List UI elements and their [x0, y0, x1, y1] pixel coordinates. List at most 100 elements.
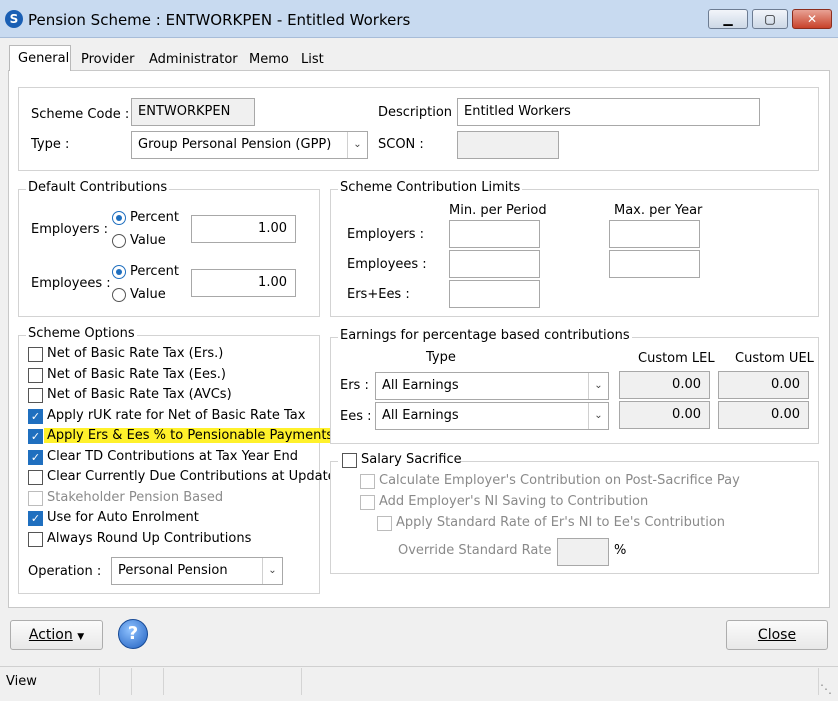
- ees-type-dropdown[interactable]: All Earnings ⌄: [375, 402, 609, 430]
- close-button[interactable]: Close: [726, 620, 828, 650]
- tab-general[interactable]: General: [9, 45, 71, 71]
- default-contributions-title: Default Contributions: [26, 180, 170, 195]
- close-window-button[interactable]: ✕: [792, 9, 832, 29]
- apply-standard-rate-checkbox[interactable]: [377, 516, 392, 531]
- description-label: Description :: [378, 105, 461, 120]
- window-title: Pension Scheme : ENTWORKPEN - Entitled W…: [28, 11, 411, 29]
- limits-erses-label: Ers+Ees :: [347, 287, 410, 302]
- employers-percent-radio[interactable]: [112, 211, 126, 225]
- close-label: Close: [757, 627, 797, 643]
- employers-label: Employers :: [31, 222, 109, 237]
- employees-max-field[interactable]: [609, 250, 700, 278]
- ees-type-value: All Earnings: [382, 408, 459, 423]
- default-contributions-group: [18, 189, 320, 317]
- percent-sign: %: [614, 543, 627, 558]
- add-ni-saving-label: Add Employer's NI Saving to Contribution: [379, 494, 649, 509]
- limits-employees-label: Employees :: [347, 257, 427, 272]
- chevron-down-icon: ⌄: [262, 558, 282, 584]
- operation-dropdown[interactable]: Personal Pension ⌄: [111, 557, 283, 585]
- calc-post-sacrifice-checkbox[interactable]: [360, 474, 375, 489]
- ees-uel-field[interactable]: 0.00: [718, 401, 809, 429]
- max-per-year-header: Max. per Year: [614, 203, 703, 218]
- employers-value-radio[interactable]: [112, 234, 126, 248]
- min-per-period-header: Min. per Period: [449, 203, 547, 218]
- status-divider: [160, 668, 164, 695]
- calc-post-sacrifice-label: Calculate Employer's Contribution on Pos…: [379, 473, 740, 488]
- tab-provider[interactable]: Provider: [73, 47, 139, 71]
- contribution-limits-title: Scheme Contribution Limits: [338, 180, 523, 195]
- resize-grip-icon[interactable]: ⋱: [820, 682, 832, 696]
- scon-field[interactable]: [457, 131, 559, 159]
- employees-value-radio[interactable]: [112, 288, 126, 302]
- app-logo-icon: S: [5, 10, 23, 28]
- employers-min-field[interactable]: [449, 220, 540, 248]
- action-label: Action: [28, 627, 73, 643]
- scheme-option-label: Net of Basic Rate Tax (AVCs): [47, 387, 232, 402]
- chevron-down-icon: ⌄: [588, 403, 608, 429]
- scheme-option-checkbox[interactable]: ✓: [28, 408, 43, 424]
- minimize-button[interactable]: ▁: [708, 9, 748, 29]
- ees-label: Ees :: [340, 409, 372, 424]
- help-icon[interactable]: ?: [118, 619, 148, 649]
- scheme-option-checkbox[interactable]: [28, 347, 43, 362]
- scheme-option-label: Use for Auto Enrolment: [47, 510, 199, 525]
- employers-max-field[interactable]: [609, 220, 700, 248]
- employers-value-label: Value: [130, 233, 166, 248]
- custom-uel-header: Custom UEL: [735, 351, 814, 366]
- action-button[interactable]: Action ▼: [10, 620, 103, 650]
- earnings-title: Earnings for percentage based contributi…: [338, 328, 632, 343]
- employers-percent-label: Percent: [130, 210, 179, 225]
- employees-amount-field[interactable]: 1.00: [191, 269, 296, 297]
- scheme-option-label: Stakeholder Pension Based: [47, 489, 224, 505]
- operation-value: Personal Pension: [118, 563, 228, 578]
- scheme-code-field[interactable]: ENTWORKPEN: [131, 98, 255, 126]
- status-divider: [128, 668, 132, 695]
- chevron-down-icon: ⌄: [588, 373, 608, 399]
- employees-percent-radio[interactable]: [112, 265, 126, 279]
- scheme-option-checkbox[interactable]: ✓: [28, 429, 43, 444]
- ers-type-dropdown[interactable]: All Earnings ⌄: [375, 372, 609, 400]
- earnings-type-header: Type: [426, 350, 456, 365]
- employees-min-field[interactable]: [449, 250, 540, 278]
- scheme-option-checkbox[interactable]: ✓: [28, 449, 43, 465]
- scheme-option-checkbox[interactable]: [28, 470, 43, 485]
- override-rate-field[interactable]: [557, 538, 609, 566]
- type-dropdown[interactable]: Group Personal Pension (GPP) ⌄: [131, 131, 368, 159]
- status-divider: [96, 668, 100, 695]
- scheme-option-label: Always Round Up Contributions: [47, 530, 252, 546]
- custom-lel-header: Custom LEL: [638, 351, 715, 366]
- scheme-option-label: Net of Basic Rate Tax (Ers.): [47, 346, 224, 361]
- salary-sacrifice-label: Salary Sacrifice: [361, 452, 462, 467]
- ees-lel-field[interactable]: 0.00: [619, 401, 710, 429]
- ers-label: Ers :: [340, 378, 369, 393]
- ers-uel-field[interactable]: 0.00: [718, 371, 809, 399]
- add-ni-saving-checkbox[interactable]: [360, 495, 375, 510]
- caret-down-icon: ▼: [77, 632, 85, 642]
- status-divider: [298, 668, 302, 695]
- scheme-option-label: Net of Basic Rate Tax (Ees.): [47, 366, 226, 382]
- scheme-option-checkbox[interactable]: ✓: [28, 511, 43, 526]
- description-field[interactable]: Entitled Workers: [457, 98, 760, 126]
- tab-list[interactable]: List: [293, 47, 333, 71]
- employees-label: Employees :: [31, 276, 111, 291]
- erses-min-field[interactable]: [449, 280, 540, 308]
- scheme-option-checkbox[interactable]: [28, 490, 43, 506]
- limits-employers-label: Employers :: [347, 227, 425, 242]
- scheme-code-label: Scheme Code :: [31, 107, 130, 122]
- ers-lel-field[interactable]: 0.00: [619, 371, 710, 399]
- maximize-button[interactable]: ▢: [752, 9, 788, 29]
- scheme-option-checkbox[interactable]: [28, 531, 43, 547]
- scheme-option-checkbox[interactable]: [28, 388, 43, 403]
- tab-administrator[interactable]: Administrator: [141, 47, 240, 71]
- apply-standard-rate-label: Apply Standard Rate of Er's NI to Ee's C…: [396, 515, 726, 530]
- scheme-option-label: Apply rUK rate for Net of Basic Rate Tax: [47, 407, 306, 423]
- employers-amount-field[interactable]: 1.00: [191, 215, 296, 243]
- status-bar: [0, 666, 838, 701]
- type-value: Group Personal Pension (GPP): [138, 137, 332, 152]
- tab-memo[interactable]: Memo: [241, 47, 292, 71]
- scon-label: SCON :: [378, 137, 424, 152]
- type-label: Type :: [31, 137, 70, 152]
- salary-sacrifice-checkbox[interactable]: [342, 453, 357, 468]
- scheme-option-checkbox[interactable]: [28, 367, 43, 383]
- ers-type-value: All Earnings: [382, 378, 459, 393]
